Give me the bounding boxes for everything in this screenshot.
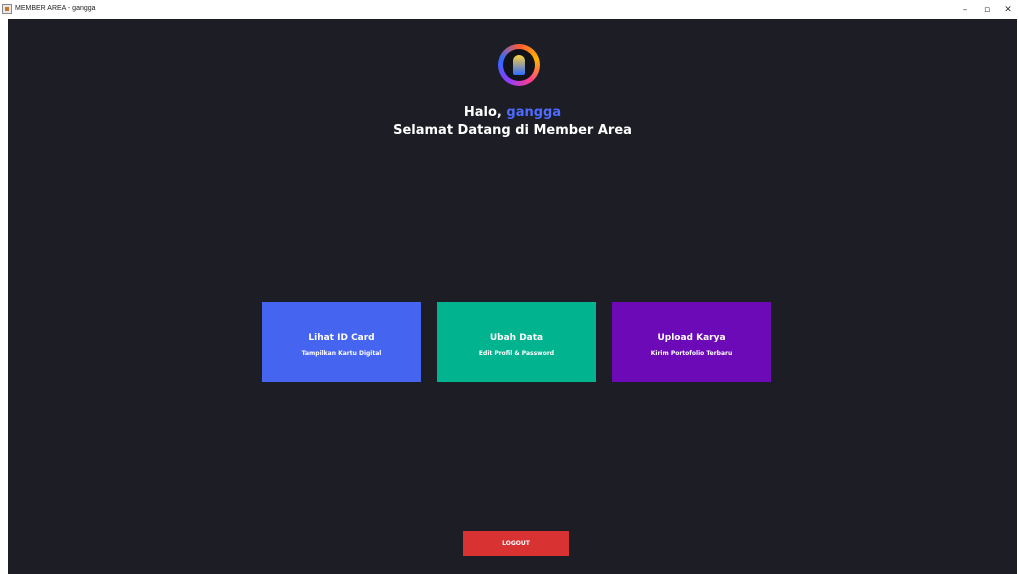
- logout-button[interactable]: LOGOUT: [463, 531, 569, 556]
- window-title: MEMBER AREA - gangga: [15, 5, 96, 12]
- member-area-window: MEMBER AREA - gangga – ▫ ✕ Halo, gangga …: [0, 0, 1019, 574]
- id-card-subtitle: Tampilkan Kartu Digital: [301, 350, 382, 357]
- welcome-heading: Selamat Datang di Member Area: [393, 123, 632, 138]
- logo-figure: [513, 55, 525, 75]
- member-area-content: Halo, gangga Selamat Datang di Member Ar…: [8, 19, 1017, 574]
- logo-inner: [503, 49, 535, 81]
- id-card-button[interactable]: Lihat ID Card Tampilkan Kartu Digital: [262, 302, 421, 382]
- edit-data-button[interactable]: Ubah Data Edit Profil & Password: [437, 302, 596, 382]
- greeting-heading: Halo, gangga: [8, 105, 1017, 121]
- app-icon: [2, 4, 12, 14]
- id-card-title: Lihat ID Card: [308, 333, 375, 343]
- close-button[interactable]: ✕: [996, 0, 1019, 19]
- member-logo-icon: [498, 44, 540, 86]
- upload-work-title: Upload Karya: [657, 333, 726, 343]
- upload-work-button[interactable]: Upload Karya Kirim Portofolio Terbaru: [612, 302, 771, 382]
- upload-work-subtitle: Kirim Portofolio Terbaru: [650, 350, 733, 357]
- title-bar: MEMBER AREA - gangga – ▫ ✕: [0, 0, 1019, 19]
- minimize-button[interactable]: –: [953, 0, 977, 19]
- username-label: gangga: [506, 105, 562, 120]
- edit-data-subtitle: Edit Profil & Password: [478, 350, 555, 357]
- greeting-prefix: Halo,: [463, 105, 502, 120]
- edit-data-title: Ubah Data: [489, 333, 544, 343]
